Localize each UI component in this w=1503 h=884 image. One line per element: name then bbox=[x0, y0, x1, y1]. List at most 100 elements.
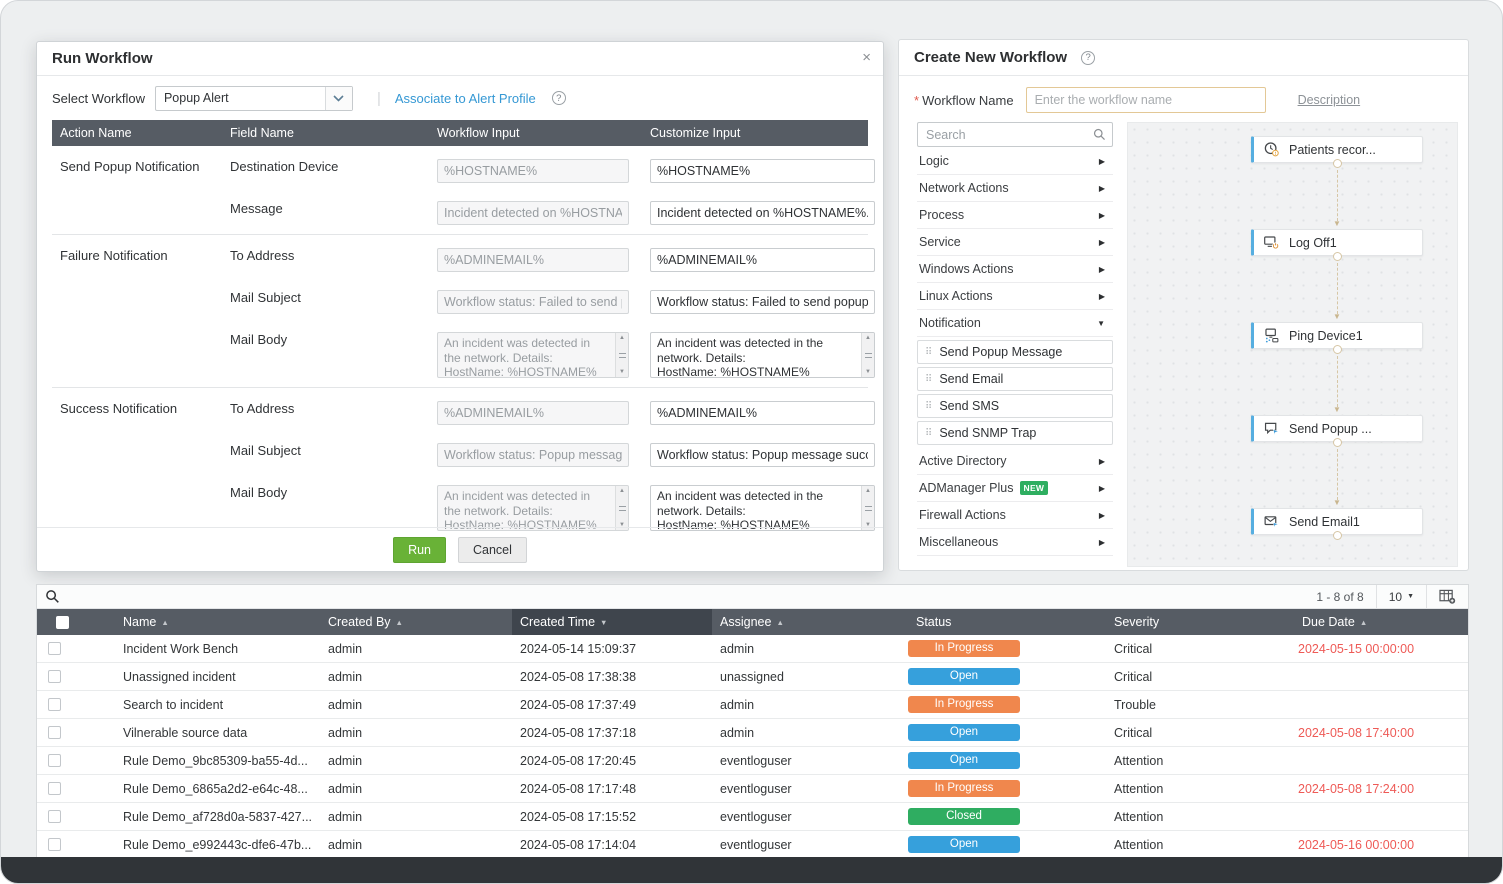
connector-arrow-icon: ▼ bbox=[1333, 313, 1341, 321]
incident-row[interactable]: Search to incidentadmin2024-05-08 17:37:… bbox=[37, 691, 1468, 719]
scroll-thumb[interactable] bbox=[619, 353, 626, 358]
select-all-checkbox[interactable] bbox=[56, 616, 69, 629]
cell-assignee: eventloguser bbox=[712, 838, 908, 852]
row-checkbox[interactable] bbox=[48, 754, 61, 767]
workflow-action-item-send-popup-message[interactable]: ⠿ Send Popup Message bbox=[917, 340, 1113, 364]
workflow-select[interactable]: Popup Alert bbox=[155, 86, 353, 111]
workflow-canvas[interactable]: Patients recor...▼Log Off1▼Ping Device1▼… bbox=[1127, 122, 1458, 567]
customize-input-field[interactable] bbox=[650, 290, 875, 314]
cell-assignee: admin bbox=[712, 642, 908, 656]
search-input[interactable] bbox=[918, 123, 1112, 146]
column-header-name[interactable]: Name▲ bbox=[115, 609, 320, 635]
workflow-category-process[interactable]: Process▶ bbox=[917, 202, 1113, 229]
scroll-down-icon[interactable]: ▼ bbox=[865, 369, 871, 375]
action-name-cell bbox=[52, 439, 222, 443]
cancel-button[interactable]: Cancel bbox=[458, 537, 527, 563]
incident-row[interactable]: Rule Demo_9bc85309-ba55-4d...admin2024-0… bbox=[37, 747, 1468, 775]
chevron-down-icon[interactable] bbox=[325, 87, 352, 110]
workflow-category-linux-actions[interactable]: Linux Actions▶ bbox=[917, 283, 1113, 310]
workflow-action-item-send-snmp-trap[interactable]: ⠿Send SNMP Trap bbox=[917, 421, 1113, 445]
drag-handle-icon[interactable]: ⠿ bbox=[925, 428, 932, 439]
workflow-category-network-actions[interactable]: Network Actions▶ bbox=[917, 175, 1113, 202]
scroll-up-icon[interactable]: ▲ bbox=[865, 335, 871, 341]
textarea-scrollbar[interactable]: ▲▼ bbox=[861, 486, 874, 530]
associate-alert-profile-link[interactable]: Associate to Alert Profile bbox=[395, 91, 536, 106]
scroll-down-icon[interactable]: ▼ bbox=[619, 369, 625, 375]
column-header-due-date[interactable]: Due Date▲ bbox=[1294, 609, 1468, 635]
workflow-action-item-send-sms[interactable]: ⠿Send SMS bbox=[917, 394, 1113, 418]
description-link[interactable]: Description bbox=[1298, 93, 1361, 107]
node-label: Send Popup ... bbox=[1289, 422, 1372, 436]
mail-body-textarea[interactable] bbox=[650, 332, 875, 378]
workflow-category-notification[interactable]: Notification▼ bbox=[917, 310, 1113, 337]
workflow-action-item-send-email[interactable]: ⠿Send Email bbox=[917, 367, 1113, 391]
textarea-scrollbar[interactable]: ▲▼ bbox=[615, 333, 628, 377]
search-icon[interactable] bbox=[45, 589, 60, 604]
row-checkbox[interactable] bbox=[48, 726, 61, 739]
workflow-category-admanager-plus[interactable]: ADManager PlusNEW▶ bbox=[917, 475, 1113, 502]
row-checkbox[interactable] bbox=[48, 642, 61, 655]
incident-row[interactable]: Rule Demo_6865a2d2-e64c-48...admin2024-0… bbox=[37, 775, 1468, 803]
node-connector-port[interactable] bbox=[1333, 438, 1342, 447]
scroll-up-icon[interactable]: ▲ bbox=[865, 488, 871, 494]
drag-handle-icon[interactable]: ⠿ bbox=[925, 374, 932, 385]
row-checkbox[interactable] bbox=[48, 782, 61, 795]
incident-row[interactable]: Incident Work Benchadmin2024-05-14 15:09… bbox=[37, 635, 1468, 663]
incident-row[interactable]: Vilnerable source dataadmin2024-05-08 17… bbox=[37, 719, 1468, 747]
mail-body-textarea[interactable] bbox=[650, 485, 875, 531]
customize-input-field[interactable] bbox=[650, 201, 875, 225]
help-icon[interactable]: ? bbox=[1081, 51, 1095, 65]
scroll-thumb[interactable] bbox=[865, 353, 872, 358]
page-size-dropdown[interactable]: 10 ▼ bbox=[1376, 585, 1427, 608]
workflow-category-active-directory[interactable]: Active Directory▶ bbox=[917, 448, 1113, 475]
customize-input-field[interactable] bbox=[650, 248, 875, 272]
node-connector-port[interactable] bbox=[1333, 252, 1342, 261]
table-toolbar: 1 - 8 of 8 10 ▼ bbox=[37, 585, 1468, 609]
incident-row[interactable]: Rule Demo_af728d0a-5837-427...admin2024-… bbox=[37, 803, 1468, 831]
popup-message-icon bbox=[1263, 420, 1280, 437]
cell-created-time: 2024-05-08 17:14:04 bbox=[512, 838, 712, 852]
node-connector-port[interactable] bbox=[1333, 531, 1342, 540]
row-checkbox[interactable] bbox=[48, 838, 61, 851]
scroll-up-icon[interactable]: ▲ bbox=[619, 335, 625, 341]
workflow-category-miscellaneous[interactable]: Miscellaneous▶ bbox=[917, 529, 1113, 556]
row-checkbox[interactable] bbox=[48, 670, 61, 683]
customize-input-field[interactable] bbox=[650, 401, 875, 425]
row-checkbox[interactable] bbox=[48, 698, 61, 711]
column-header-status[interactable]: Status bbox=[908, 609, 1106, 635]
customize-input-field[interactable] bbox=[650, 443, 875, 467]
workflow-category-service[interactable]: Service▶ bbox=[917, 229, 1113, 256]
drag-handle-icon[interactable]: ⠿ bbox=[925, 401, 932, 412]
run-button[interactable]: Run bbox=[393, 537, 446, 563]
column-header-created-time[interactable]: Created Time▼ bbox=[512, 609, 712, 635]
workflow-category-logic[interactable]: Logic▶ bbox=[917, 148, 1113, 175]
workflow-category-firewall-actions[interactable]: Firewall Actions▶ bbox=[917, 502, 1113, 529]
action-item-label: Send Popup Message bbox=[939, 345, 1062, 359]
textarea-scrollbar[interactable]: ▲▼ bbox=[861, 333, 874, 377]
scroll-thumb[interactable] bbox=[619, 506, 626, 511]
drag-handle-icon[interactable]: ⠿ bbox=[925, 347, 932, 358]
incident-row[interactable]: Rule Demo_e992443c-dfe6-47b...admin2024-… bbox=[37, 831, 1468, 859]
column-chooser-icon[interactable] bbox=[1427, 589, 1460, 604]
column-header-assignee[interactable]: Assignee▲ bbox=[712, 609, 908, 635]
scroll-up-icon[interactable]: ▲ bbox=[619, 488, 625, 494]
textarea-scrollbar[interactable]: ▲▼ bbox=[615, 486, 628, 530]
workflow-field-row: Mail Body▲▼▲▼ bbox=[52, 321, 868, 385]
workflow-name-input[interactable] bbox=[1026, 87, 1266, 113]
scroll-thumb[interactable] bbox=[865, 506, 872, 511]
customize-input-field[interactable] bbox=[650, 159, 875, 183]
category-label: Logic bbox=[919, 154, 1099, 168]
row-checkbox[interactable] bbox=[48, 810, 61, 823]
column-header-severity[interactable]: Severity bbox=[1106, 609, 1294, 635]
customize-input-cell: ▲▼ bbox=[642, 481, 875, 531]
column-header-created-by[interactable]: Created By▲ bbox=[320, 609, 512, 635]
workflow-action-group: Send Popup NotificationDestination Devic… bbox=[52, 146, 868, 235]
workflow-input-cell bbox=[429, 155, 642, 183]
node-connector-port[interactable] bbox=[1333, 159, 1342, 168]
incident-row[interactable]: Unassigned incidentadmin2024-05-08 17:38… bbox=[37, 663, 1468, 691]
search-icon bbox=[1093, 128, 1106, 146]
help-icon[interactable]: ? bbox=[552, 91, 566, 105]
node-connector-port[interactable] bbox=[1333, 345, 1342, 354]
workflow-category-windows-actions[interactable]: Windows Actions▶ bbox=[917, 256, 1113, 283]
close-icon[interactable]: × bbox=[862, 49, 871, 66]
